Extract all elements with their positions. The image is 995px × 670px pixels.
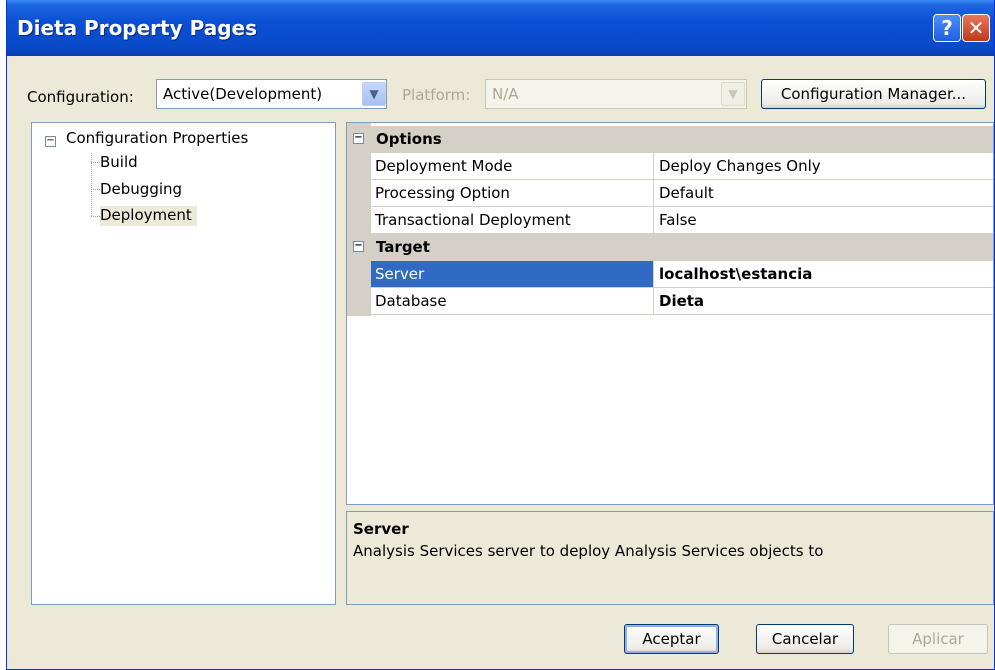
property-row-database[interactable]: Database Dieta xyxy=(371,288,993,315)
platform-dropdown[interactable]: N/A ▼ xyxy=(485,79,747,109)
property-pages-dialog: Dieta Property Pages ? ✕ Configuration: … xyxy=(6,0,995,670)
tree-item-debugging[interactable]: Debugging xyxy=(100,180,182,198)
property-grid[interactable]: − Options Deployment Mode Deploy Changes… xyxy=(346,122,994,505)
property-row-server[interactable]: Server localhost\estancia xyxy=(371,261,993,288)
property-row-transactional-deployment[interactable]: Transactional Deployment False xyxy=(371,207,993,234)
help-icon: ? xyxy=(941,16,953,40)
category-label: Target xyxy=(376,238,430,256)
property-value[interactable]: False xyxy=(659,211,697,229)
tree-item-build[interactable]: Build xyxy=(100,153,138,171)
configuration-value: Active(Development) xyxy=(163,85,323,103)
cancel-button[interactable]: Cancelar xyxy=(756,624,854,654)
collapse-icon[interactable]: − xyxy=(353,133,364,144)
close-icon: ✕ xyxy=(967,16,985,40)
close-button[interactable]: ✕ xyxy=(962,14,990,42)
title-bar[interactable]: Dieta Property Pages ? ✕ xyxy=(7,0,994,56)
tree-item-deployment[interactable]: Deployment xyxy=(100,206,197,226)
chevron-down-icon: ▼ xyxy=(721,82,745,106)
property-name: Server xyxy=(375,265,425,283)
help-button[interactable]: ? xyxy=(933,14,961,42)
ok-button[interactable]: Aceptar xyxy=(624,624,719,654)
collapse-icon[interactable]: − xyxy=(45,136,56,147)
property-name: Processing Option xyxy=(375,184,510,202)
tree-root-configuration-properties[interactable]: Configuration Properties xyxy=(66,129,248,147)
category-label: Options xyxy=(376,130,442,148)
tree-connector xyxy=(91,189,100,190)
collapse-icon[interactable]: − xyxy=(353,241,364,252)
configuration-tree[interactable]: − Configuration Properties Build Debuggi… xyxy=(31,122,336,605)
property-name: Transactional Deployment xyxy=(375,211,571,229)
configuration-label: Configuration: xyxy=(27,88,134,106)
description-panel: Server Analysis Services server to deplo… xyxy=(346,511,994,605)
configuration-manager-button[interactable]: Configuration Manager... xyxy=(761,79,986,109)
property-value[interactable]: Dieta xyxy=(659,292,704,310)
apply-button[interactable]: Aplicar xyxy=(888,624,988,654)
configuration-dropdown[interactable]: Active(Development) ▼ xyxy=(156,79,387,109)
tree-connector xyxy=(91,162,100,163)
property-value[interactable]: localhost\estancia xyxy=(659,265,812,283)
chevron-down-icon[interactable]: ▼ xyxy=(362,82,386,106)
category-target[interactable]: − Target xyxy=(347,234,993,261)
platform-value: N/A xyxy=(492,85,519,103)
category-options[interactable]: − Options xyxy=(347,126,993,153)
property-value[interactable]: Deploy Changes Only xyxy=(659,157,821,175)
description-text: Analysis Services server to deploy Analy… xyxy=(353,542,824,560)
property-row-deployment-mode[interactable]: Deployment Mode Deploy Changes Only xyxy=(371,153,993,180)
tree-connector xyxy=(91,216,100,217)
property-value[interactable]: Default xyxy=(659,184,714,202)
window-title: Dieta Property Pages xyxy=(17,16,258,40)
property-name: Deployment Mode xyxy=(375,157,513,175)
description-title: Server xyxy=(353,520,409,538)
property-name: Database xyxy=(375,292,447,310)
platform-label: Platform: xyxy=(402,86,471,104)
property-row-processing-option[interactable]: Processing Option Default xyxy=(371,180,993,207)
